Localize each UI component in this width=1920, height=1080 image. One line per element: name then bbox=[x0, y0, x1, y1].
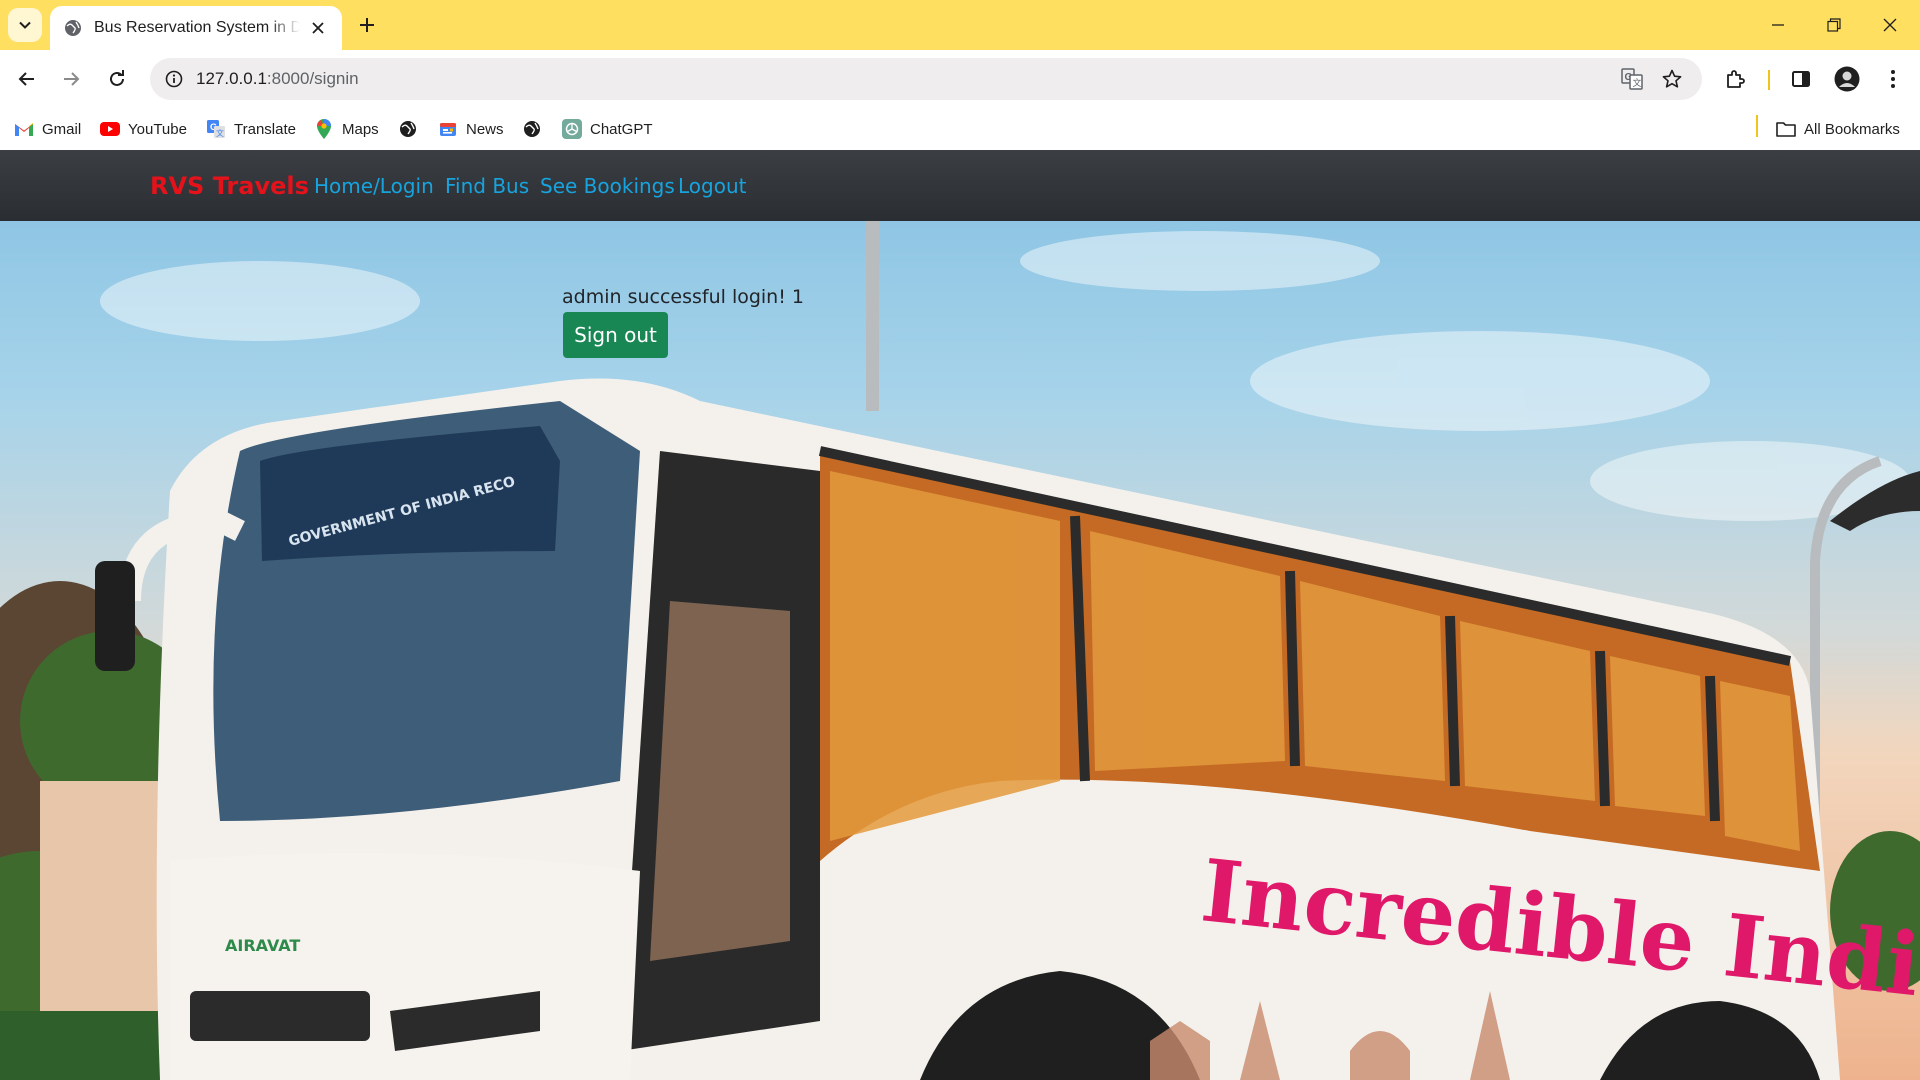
globe-icon bbox=[522, 119, 542, 139]
bookmarks-bar: Gmail YouTube G文 Translate Maps News Cha… bbox=[0, 108, 1920, 150]
browser-toolbar: 127.0.0.1:8000/signin G文 bbox=[0, 50, 1920, 108]
gmail-icon bbox=[14, 119, 34, 139]
chatgpt-icon bbox=[562, 119, 582, 139]
translate-icon: G文 bbox=[206, 119, 226, 139]
bookmark-chatgpt[interactable]: ChatGPT bbox=[562, 114, 653, 144]
svg-text:文: 文 bbox=[1633, 77, 1642, 89]
address-bar[interactable]: 127.0.0.1:8000/signin G文 bbox=[150, 58, 1702, 100]
all-bookmarks-label: All Bookmarks bbox=[1804, 120, 1900, 138]
side-panel-button[interactable] bbox=[1782, 60, 1820, 98]
site-info-icon[interactable] bbox=[160, 65, 188, 93]
bookmark-gmail[interactable]: Gmail bbox=[14, 114, 81, 144]
svg-text:文: 文 bbox=[216, 128, 224, 138]
all-bookmarks-button[interactable]: All Bookmarks bbox=[1776, 114, 1900, 144]
globe-icon bbox=[398, 119, 418, 139]
reload-icon bbox=[110, 70, 124, 86]
minimize-button[interactable] bbox=[1750, 0, 1806, 50]
bookmark-label: News bbox=[466, 120, 504, 138]
forward-button[interactable] bbox=[52, 60, 90, 98]
bookmark-label: ChatGPT bbox=[590, 120, 653, 138]
bookmark-globe-2[interactable] bbox=[522, 114, 550, 144]
minimize-icon bbox=[1772, 24, 1784, 26]
url-text[interactable]: 127.0.0.1:8000/signin bbox=[196, 69, 359, 89]
restore-icon bbox=[1827, 18, 1841, 32]
more-vertical-icon bbox=[1891, 70, 1895, 88]
nav-link-find-bus[interactable]: Find Bus bbox=[445, 174, 529, 198]
extensions-button[interactable] bbox=[1716, 60, 1754, 98]
arrow-right-icon bbox=[64, 72, 80, 86]
bookmark-label: Translate bbox=[234, 120, 296, 138]
globe-icon bbox=[65, 20, 81, 36]
arrow-left-icon bbox=[18, 72, 34, 86]
close-tab-icon[interactable] bbox=[308, 18, 328, 38]
site-navbar: RVS Travels Home/Login Find Bus See Book… bbox=[0, 150, 1920, 221]
reload-button[interactable] bbox=[98, 60, 136, 98]
nav-link-home-login[interactable]: Home/Login bbox=[314, 174, 434, 198]
bookmark-label: YouTube bbox=[128, 120, 187, 138]
web-page: RVS Travels Home/Login Find Bus See Book… bbox=[0, 150, 1920, 1080]
chevron-down-icon bbox=[19, 21, 31, 29]
bookmark-maps[interactable]: Maps bbox=[314, 114, 379, 144]
bookmark-star-icon[interactable] bbox=[1658, 65, 1686, 93]
bookmark-label: Gmail bbox=[42, 120, 82, 138]
bookmark-youtube[interactable]: YouTube bbox=[100, 114, 187, 144]
close-window-button[interactable] bbox=[1862, 0, 1918, 50]
bookmark-label: Maps bbox=[342, 120, 379, 138]
puzzle-icon bbox=[1727, 70, 1745, 88]
youtube-icon bbox=[100, 119, 120, 139]
new-tab-button[interactable] bbox=[352, 10, 382, 40]
site-brand[interactable]: RVS Travels bbox=[150, 172, 309, 200]
avatar bbox=[1834, 66, 1860, 92]
bookmark-globe-1[interactable] bbox=[398, 114, 426, 144]
sign-out-button[interactable]: Sign out bbox=[563, 312, 668, 358]
maps-icon bbox=[314, 119, 334, 139]
news-icon bbox=[438, 119, 458, 139]
side-panel-icon bbox=[1792, 71, 1810, 87]
translate-page-icon[interactable]: G文 bbox=[1618, 65, 1646, 93]
bookmark-translate[interactable]: G文 Translate bbox=[206, 114, 296, 144]
hero-background-image: Incredible India GOVERNMENT OF INDIA REC… bbox=[0, 221, 1920, 1080]
menu-button[interactable] bbox=[1874, 60, 1912, 98]
bus-photo: Incredible India GOVERNMENT OF INDIA REC… bbox=[0, 221, 1920, 1080]
profile-button[interactable] bbox=[1828, 60, 1866, 98]
nav-link-see-bookings[interactable]: See Bookings bbox=[540, 174, 675, 198]
url-path: :8000/signin bbox=[266, 69, 359, 88]
url-host: 127.0.0.1 bbox=[196, 69, 267, 88]
bookmarks-divider bbox=[1756, 115, 1758, 137]
nav-link-logout[interactable]: Logout bbox=[678, 174, 746, 198]
plus-icon bbox=[360, 18, 374, 32]
bookmark-news[interactable]: News bbox=[438, 114, 504, 144]
back-button[interactable] bbox=[8, 60, 46, 98]
browser-titlebar: Bus Reservation System in Django bbox=[0, 0, 1920, 50]
login-status-message: admin successful login! 1 bbox=[562, 286, 804, 308]
toolbar-divider bbox=[1768, 70, 1770, 90]
folder-icon bbox=[1776, 119, 1796, 139]
grille-text: AIRAVAT bbox=[225, 936, 300, 955]
tab-search-button[interactable] bbox=[8, 8, 42, 42]
browser-tab-active[interactable]: Bus Reservation System in Django bbox=[50, 6, 342, 50]
close-icon bbox=[1883, 18, 1897, 32]
restore-button[interactable] bbox=[1806, 0, 1862, 50]
tab-title: Bus Reservation System in Django bbox=[94, 19, 300, 36]
